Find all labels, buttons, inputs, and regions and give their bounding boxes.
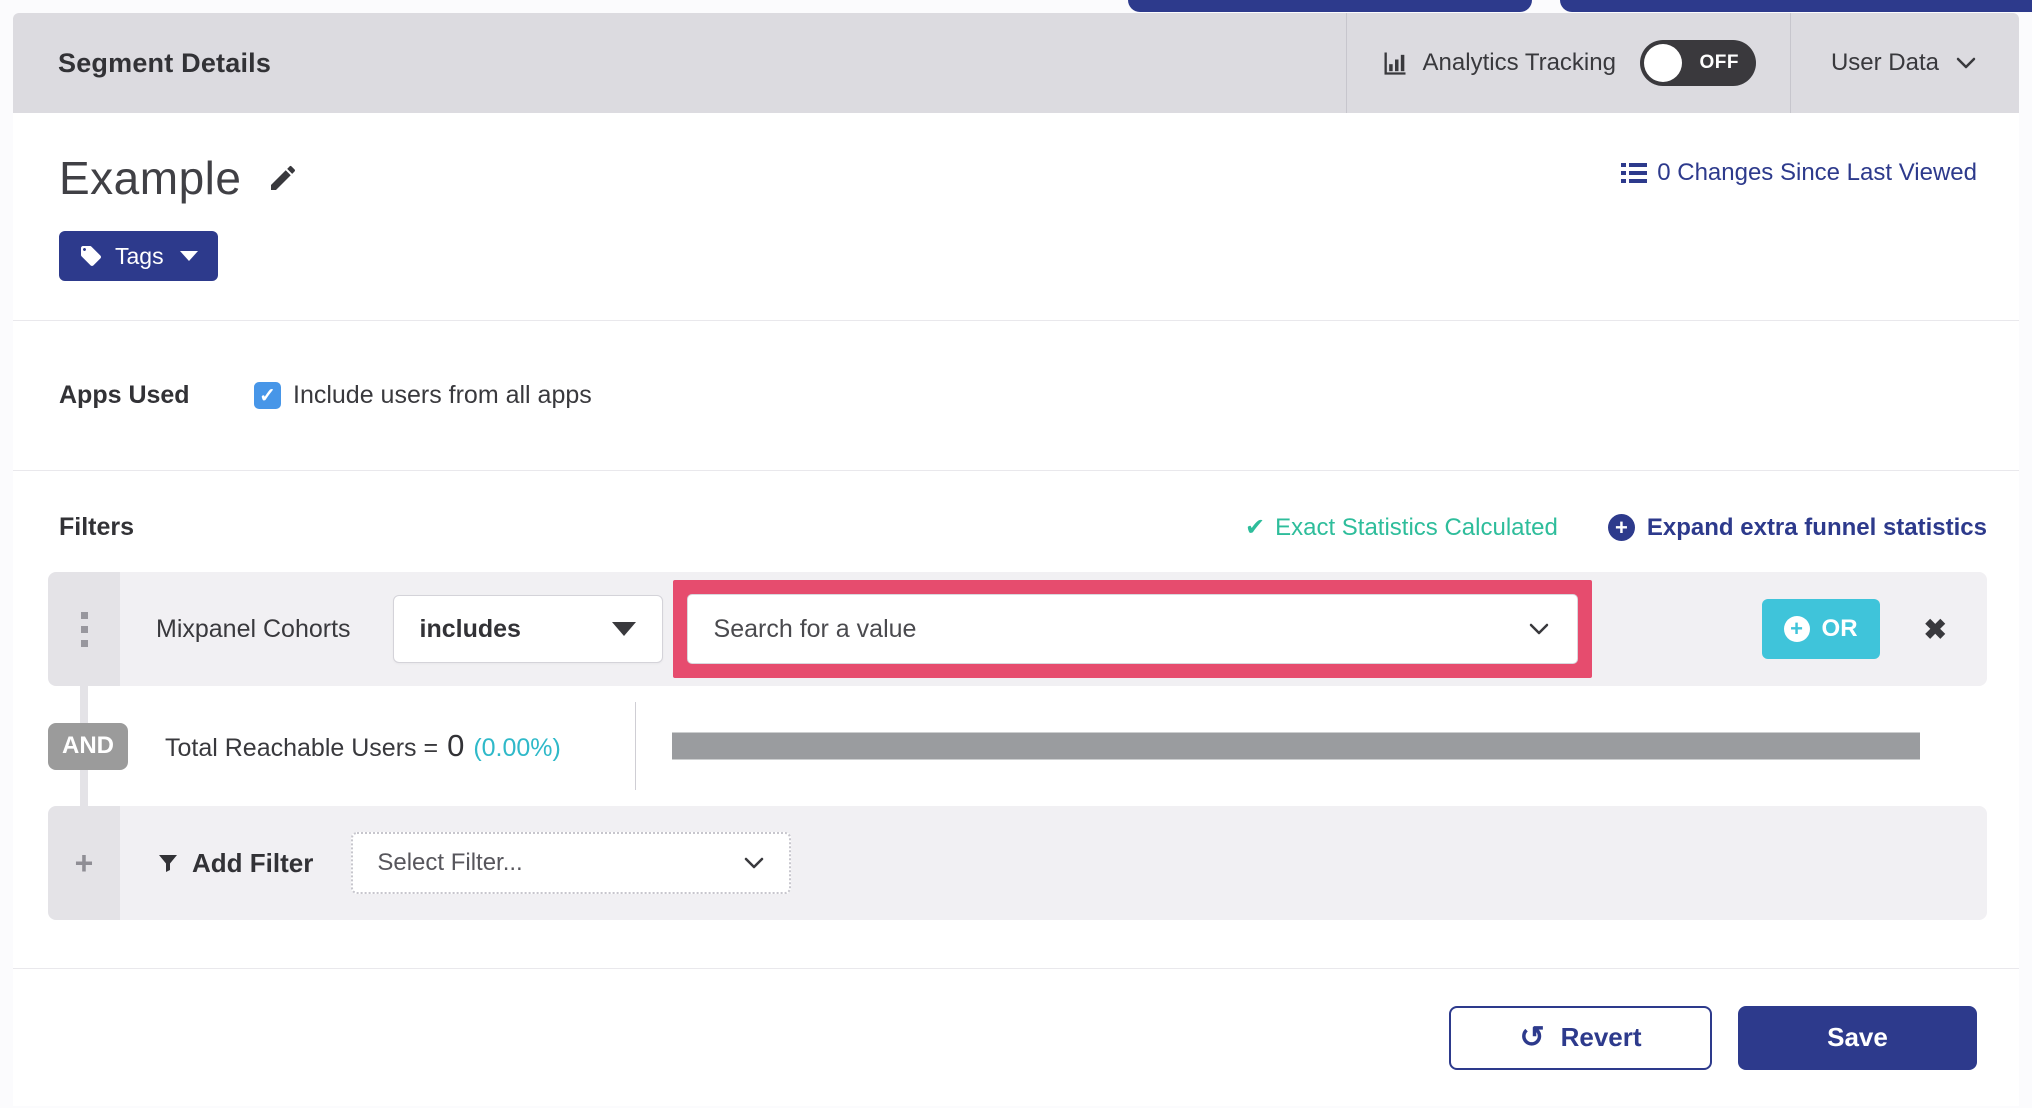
and-badge: AND [48, 722, 128, 770]
filters-heading: Filters [59, 513, 135, 541]
toggle-state-label: OFF [1699, 52, 1739, 73]
apps-used-label: Apps Used [59, 381, 190, 409]
filter-attribute-label: Mixpanel Cohorts [156, 614, 351, 643]
include-all-apps-checkbox[interactable]: ✓ [254, 382, 281, 409]
filter-row: Mixpanel Cohorts includes Search for a v… [48, 572, 1987, 686]
save-button[interactable]: Save [1738, 1005, 1977, 1070]
reachable-count: 0 [447, 728, 465, 763]
changes-link-label: 0 Changes Since Last Viewed [1657, 159, 1977, 186]
chevron-down-icon [743, 856, 765, 870]
user-data-menu[interactable]: User Data [1789, 13, 2019, 113]
select-filter-placeholder: Select Filter... [377, 849, 523, 876]
value-search-select[interactable]: Search for a value [686, 594, 1578, 664]
segment-name: Example [59, 152, 242, 204]
bar-chart-icon [1381, 49, 1409, 77]
toggle-knob [1643, 44, 1682, 82]
plus-circle-icon: + [1607, 514, 1635, 541]
add-filter-row: + Add Filter Select Filter... [48, 806, 1987, 920]
title-section: Example 0 Changes Since Last Viewed Tags [13, 113, 2019, 320]
changes-list-icon [1621, 161, 1648, 185]
exact-statistics-status: ✔ Exact Statistics Calculated [1245, 513, 1558, 542]
analytics-tracking-label: Analytics Tracking [1422, 49, 1616, 76]
add-filter-text: Add Filter [192, 847, 314, 878]
top-cutoff-tab-left [1128, 0, 1532, 12]
top-cutoff-tab-right [1560, 0, 2032, 12]
analytics-tracking-toggle[interactable]: OFF [1639, 40, 1756, 86]
tags-button[interactable]: Tags [59, 231, 218, 281]
revert-button[interactable]: ↺ Revert [1449, 1005, 1712, 1070]
operator-value: includes [419, 614, 521, 643]
changes-since-last-viewed-link[interactable]: 0 Changes Since Last Viewed [1621, 159, 1977, 187]
plus-circle-icon: + [1783, 616, 1810, 642]
drag-dots-icon [80, 611, 88, 647]
funnel-icon [156, 851, 180, 875]
expand-funnel-statistics-link[interactable]: + Expand extra funnel statistics [1607, 513, 1987, 542]
tags-button-label: Tags [115, 242, 164, 269]
exact-statistics-label: Exact Statistics Calculated [1275, 513, 1558, 541]
operator-select[interactable]: includes [392, 595, 663, 663]
add-or-condition-button[interactable]: + OR [1761, 599, 1880, 659]
chevron-down-icon [1527, 622, 1551, 637]
value-select-highlight: Search for a value [672, 580, 1592, 678]
user-data-label: User Data [1830, 49, 1939, 76]
analytics-tracking-section: Analytics Tracking OFF [1345, 13, 1790, 113]
panel-header: Segment Details Analytics Tracking OFF U… [13, 13, 2019, 113]
add-filter-label: Add Filter [156, 848, 313, 879]
remove-filter-icon[interactable]: ✖ [1924, 613, 1947, 646]
chevron-down-icon [1955, 56, 1977, 70]
edit-pencil-icon[interactable] [267, 162, 299, 194]
total-reachable-users: Total Reachable Users = 0 (0.00%) [165, 728, 561, 764]
or-button-label: OR [1821, 615, 1858, 642]
footer-actions: ↺ Revert Save [13, 968, 2019, 1106]
add-filter-gutter: + [48, 806, 120, 920]
caret-down-icon [179, 251, 198, 261]
include-all-apps-label: Include users from all apps [293, 381, 592, 409]
page-title: Segment Details [58, 47, 272, 78]
segment-details-card: Segment Details Analytics Tracking OFF U… [13, 13, 2019, 1106]
reachable-percent: (0.00%) [473, 734, 561, 762]
apps-used-section: Apps Used ✓ Include users from all apps [13, 320, 2019, 470]
check-icon: ✔ [1244, 514, 1266, 541]
revert-icon: ↺ [1519, 1020, 1545, 1054]
vertical-divider [635, 702, 636, 790]
filters-section: Filters ✔ Exact Statistics Calculated + … [13, 470, 2019, 968]
plus-icon: + [74, 844, 94, 881]
select-filter-dropdown[interactable]: Select Filter... [351, 832, 792, 894]
drag-handle[interactable] [48, 572, 120, 686]
and-summary-row: AND Total Reachable Users = 0 (0.00%) [48, 686, 1987, 806]
expand-funnel-label: Expand extra funnel statistics [1646, 513, 1987, 541]
reachable-label: Total Reachable Users = [165, 734, 439, 762]
value-select-placeholder: Search for a value [713, 614, 917, 643]
reachable-progress-bar [672, 732, 1920, 760]
tag-icon [79, 244, 103, 268]
select-caret-icon [611, 622, 636, 636]
revert-button-label: Revert [1560, 1022, 1642, 1052]
